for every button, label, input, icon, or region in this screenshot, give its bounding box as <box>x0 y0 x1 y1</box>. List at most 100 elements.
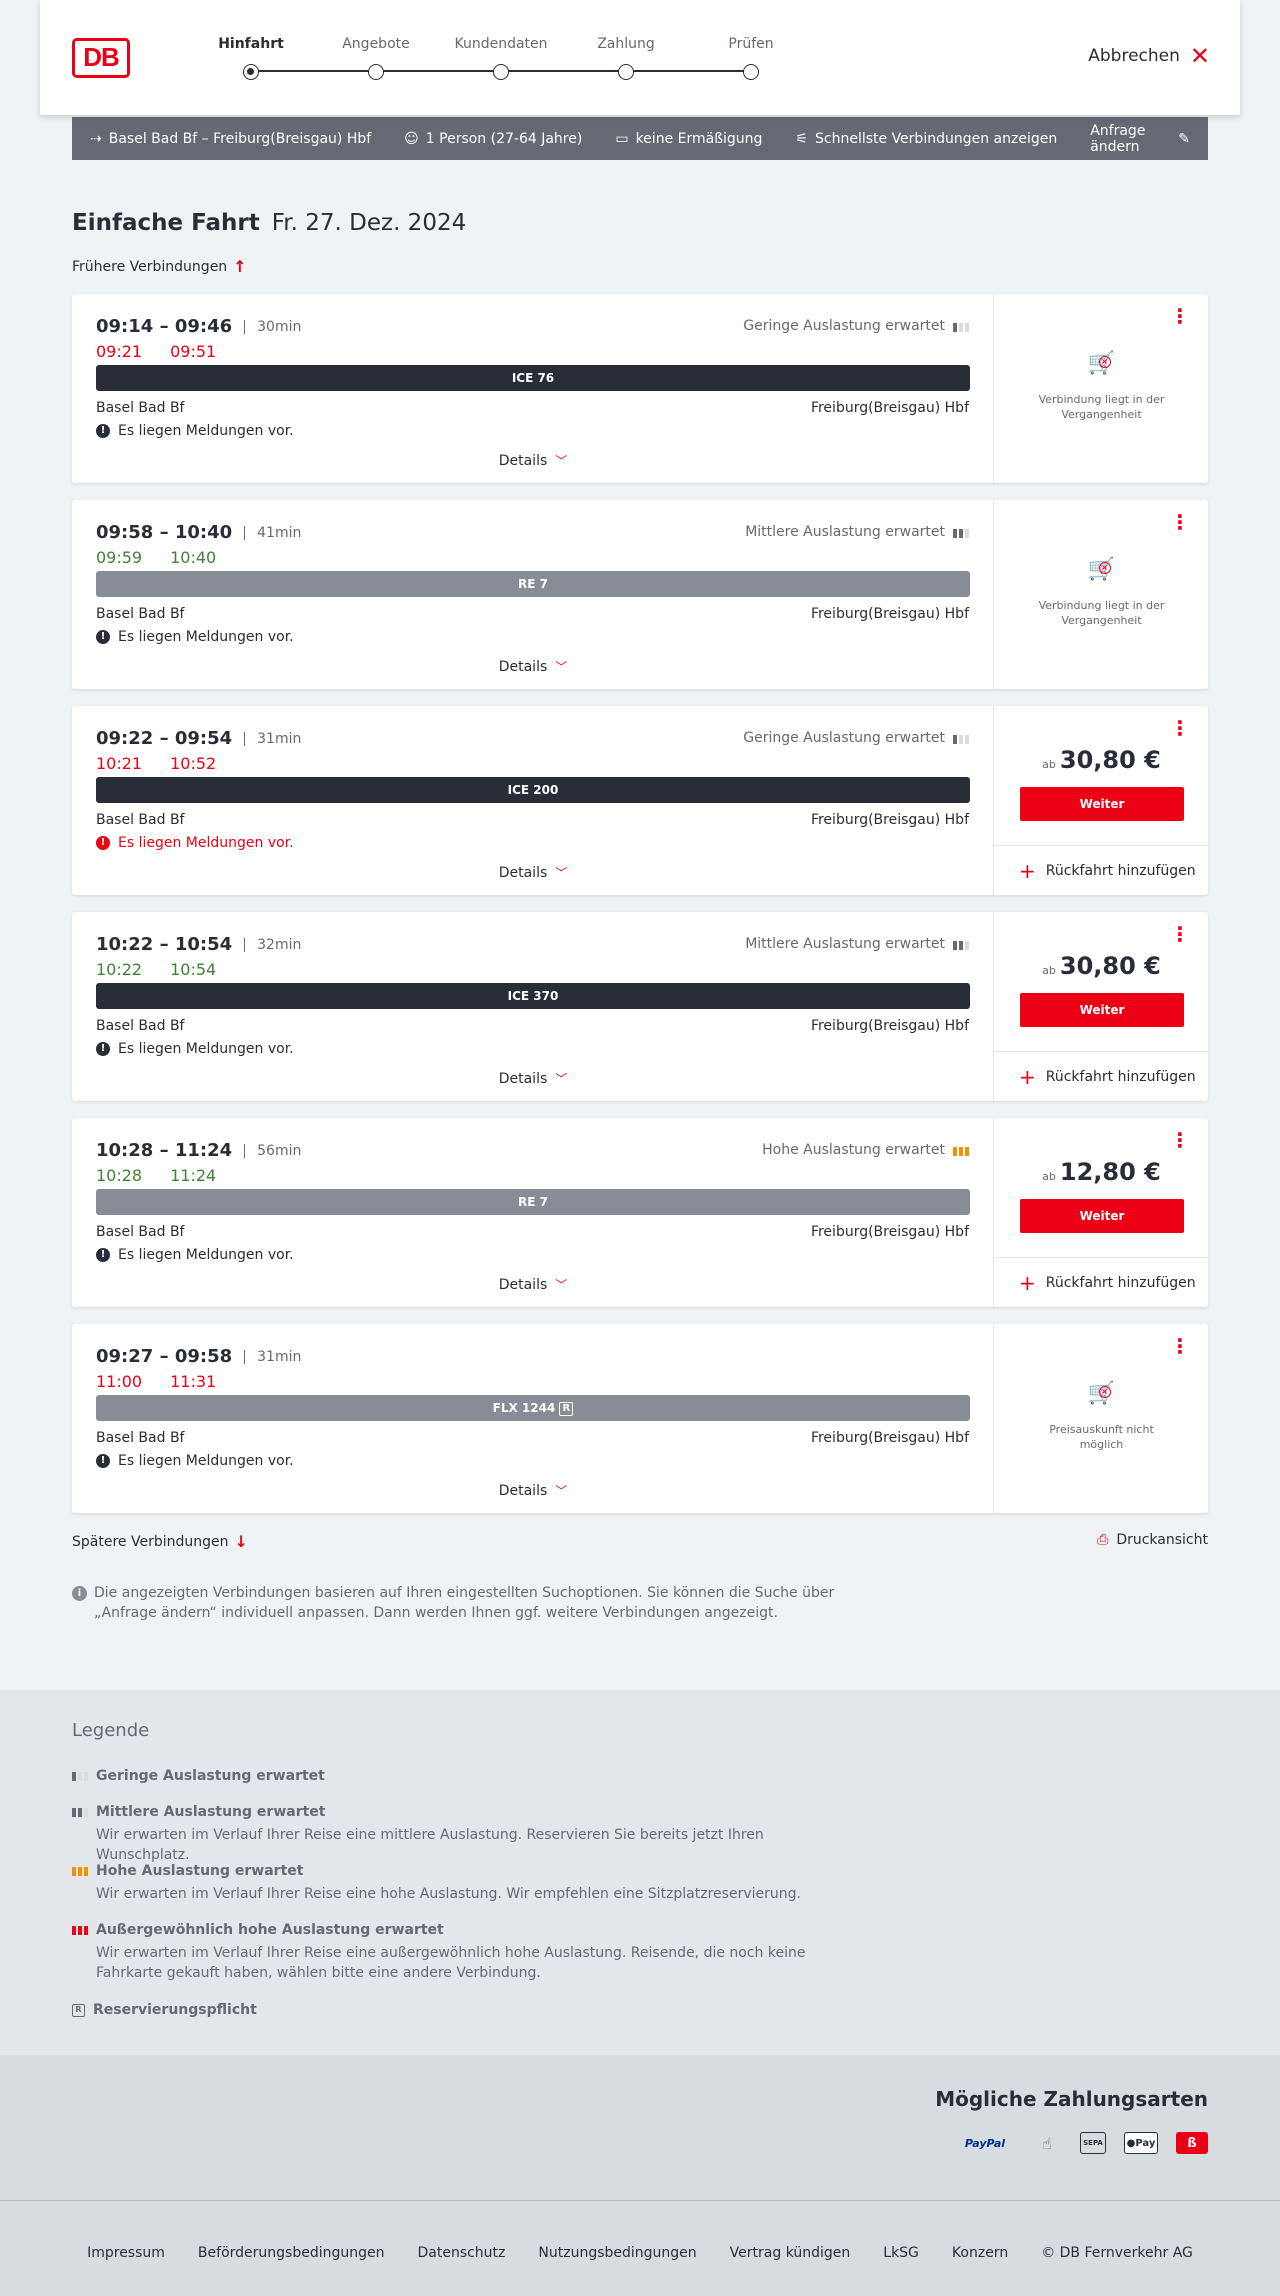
arrival-station: Freiburg(Breisgau) Hbf <box>810 400 969 416</box>
details-toggle[interactable]: Details ﹀ <box>72 1070 994 1087</box>
legend-item-title: Hohe Auslastung erwartet <box>96 1863 304 1879</box>
details-toggle[interactable]: Details ﹀ <box>72 658 994 675</box>
passenger-filter[interactable]: ☺ 1 Person (27-64 Jahre) <box>404 131 582 147</box>
route-filter[interactable]: ⇢ Basel Bad Bf – Freiburg(Breisgau) Hbf <box>90 131 371 147</box>
db-logo[interactable]: DB <box>72 38 130 78</box>
chevron-down-icon: ﹀ <box>555 454 568 468</box>
step-dot <box>493 64 509 80</box>
realtime-departure: 10:28 <box>96 1166 143 1185</box>
duration: 32min <box>244 937 301 952</box>
price-value: 12,80 € <box>1059 1158 1161 1186</box>
printer-icon: ⎙ <box>1097 1532 1109 1548</box>
more-options-icon[interactable]: ⋮ <box>1170 1336 1190 1356</box>
step-label: Angebote <box>342 36 410 52</box>
time-range: 09:14 – 09:46 <box>96 316 233 337</box>
booking-panel: ⋮ ab 30,80 € Weiter + Rückfahrt hinzufügen <box>995 912 1208 1101</box>
more-options-icon[interactable]: ⋮ <box>1170 718 1190 738</box>
more-options-icon[interactable]: ⋮ <box>1170 924 1190 944</box>
notice-message[interactable]: ! Es liegen Meldungen vor. <box>96 629 294 645</box>
print-view-link[interactable]: ⎙ Druckansicht <box>1097 1532 1208 1548</box>
arrival-station: Freiburg(Breisgau) Hbf <box>810 1018 969 1034</box>
print-label: Druckansicht <box>1116 1532 1208 1548</box>
person-icon: ☺ <box>404 130 419 147</box>
cancel-button[interactable]: Abbrechen ✕ <box>1088 44 1210 68</box>
continue-button[interactable]: Weiter <box>1020 993 1184 1027</box>
footer-link[interactable]: Datenschutz <box>417 2245 505 2261</box>
footer-link[interactable]: Vertrag kündigen <box>730 2245 851 2261</box>
details-toggle[interactable]: Details ﹀ <box>72 1482 994 1499</box>
footer-link[interactable]: Impressum <box>87 2245 165 2261</box>
footer: Impressum Beförderungsbedingungen Datensch… <box>0 2200 1280 2296</box>
alert-icon: ! <box>96 630 110 644</box>
notice-message[interactable]: ! Es liegen Meldungen vor. <box>96 1247 294 1263</box>
later-connections-link[interactable]: Spätere Verbindungen ↓ <box>72 1532 248 1551</box>
train-bar[interactable]: FLX 1244 R <box>96 1395 970 1421</box>
connection-card: 09:22 – 09:54 31min 10:21 10:52 Geringe Ausl… <box>72 706 1208 895</box>
footer-link[interactable]: Nutzungsbedingungen <box>538 2245 696 2261</box>
continue-button[interactable]: Weiter <box>1020 787 1184 821</box>
cancel-label: Abbrechen <box>1088 46 1180 66</box>
footer-link[interactable]: Beförderungsbedingungen <box>198 2245 385 2261</box>
train-bar[interactable]: RE 7 <box>96 1189 970 1215</box>
occupancy-info: Geringe Auslastung erwartet <box>743 730 969 746</box>
edit-request-button[interactable]: Anfrage ändern ✎ <box>1090 123 1190 155</box>
unavailable-info: 🛒 × Verbindung liegt in der Vergangenheit <box>995 353 1208 422</box>
details-label: Details <box>498 659 548 675</box>
add-return-label: Rückfahrt hinzufügen <box>1045 862 1196 879</box>
step-zahlung: Zahlung <box>571 34 681 80</box>
pencil-icon: ✎ <box>1178 130 1190 147</box>
plus-icon: + <box>1019 858 1036 883</box>
realtime-departure: 10:22 <box>96 960 143 979</box>
notice-text: Es liegen Meldungen vor. <box>118 423 294 439</box>
notice-message[interactable]: ! Es liegen Meldungen vor. <box>96 1453 294 1469</box>
notice-message[interactable]: ! Es liegen Meldungen vor. <box>96 1041 294 1057</box>
duration: 30min <box>244 319 301 334</box>
details-toggle[interactable]: Details ﹀ <box>72 1276 994 1293</box>
earlier-connections-link[interactable]: Frühere Verbindungen ↑ <box>72 257 247 276</box>
plus-icon: + <box>1019 1064 1036 1089</box>
add-return-button[interactable]: + Rückfahrt hinzufügen <box>995 1051 1208 1101</box>
details-toggle[interactable]: Details ﹀ <box>72 864 994 881</box>
notice-message[interactable]: ! Es liegen Meldungen vor. <box>96 835 294 851</box>
details-toggle[interactable]: Details ﹀ <box>72 452 994 469</box>
legend-item-title: Geringe Auslastung erwartet <box>96 1768 325 1784</box>
connection-details: 09:22 – 09:54 31min 10:21 10:52 Geringe Ausl… <box>72 706 994 895</box>
occupancy-info: Mittlere Auslastung erwartet <box>745 524 969 540</box>
step-dot <box>618 64 634 80</box>
connection-card: 09:14 – 09:46 30min 09:21 09:51 Geringe Ausl… <box>72 294 1208 483</box>
occupancy-text: Mittlere Auslastung erwartet <box>745 524 945 540</box>
train-bar[interactable]: ICE 200 <box>96 777 970 803</box>
alert-icon: ! <box>96 836 110 850</box>
legend-section: Legende Geringe Auslastung erwartet Mitt… <box>0 1690 1280 2055</box>
footer-link[interactable]: LkSG <box>883 2245 919 2261</box>
more-options-icon[interactable]: ⋮ <box>1170 512 1190 532</box>
more-options-icon[interactable]: ⋮ <box>1170 1130 1190 1150</box>
apple-glyph: ● <box>1126 2137 1136 2149</box>
notice-text: Es liegen Meldungen vor. <box>118 629 294 645</box>
legend-item-desc: Wir erwarten im Verlauf Ihrer Reise eine… <box>96 1886 801 1902</box>
progress-stepper: Hinfahrt Angebote Kundendaten Zahlung Pr… <box>210 34 774 84</box>
departure-station: Basel Bad Bf <box>96 606 185 622</box>
train-bar[interactable]: RE 7 <box>96 571 970 597</box>
train-bar[interactable]: ICE 370 <box>96 983 970 1009</box>
info-icon: i <box>72 1586 87 1601</box>
notice-message[interactable]: ! Es liegen Meldungen vor. <box>96 423 294 439</box>
add-return-label: Rückfahrt hinzufügen <box>1045 1274 1196 1291</box>
unavailable-info: 🛒 × Verbindung liegt in der Vergangenheit <box>995 559 1208 628</box>
fastest-filter[interactable]: ⚟ Schnellste Verbindungen anzeigen <box>795 131 1057 147</box>
realtime-arrival: 10:40 <box>170 548 217 567</box>
low-load-icon <box>953 320 969 332</box>
footer-link[interactable]: Konzern <box>952 2245 1008 2261</box>
add-return-button[interactable]: + Rückfahrt hinzufügen <box>995 845 1208 895</box>
booking-panel: ⋮ 🛒 × Preisauskunft nicht möglich <box>995 1324 1208 1513</box>
realtime-departure: 09:21 <box>96 342 143 361</box>
continue-button[interactable]: Weiter <box>1020 1199 1184 1233</box>
footer-link[interactable]: © DB Fernverkehr AG <box>1041 2245 1193 2261</box>
passenger-text: 1 Person (27-64 Jahre) <box>425 130 583 147</box>
realtime-times: 09:59 10:40 <box>96 548 216 567</box>
add-return-button[interactable]: + Rückfahrt hinzufügen <box>995 1257 1208 1307</box>
train-bar[interactable]: ICE 76 <box>96 365 970 391</box>
more-options-icon[interactable]: ⋮ <box>1170 306 1190 326</box>
discount-filter[interactable]: ▭ keine Ermäßigung <box>615 131 762 147</box>
arrival-station: Freiburg(Breisgau) Hbf <box>810 812 969 828</box>
